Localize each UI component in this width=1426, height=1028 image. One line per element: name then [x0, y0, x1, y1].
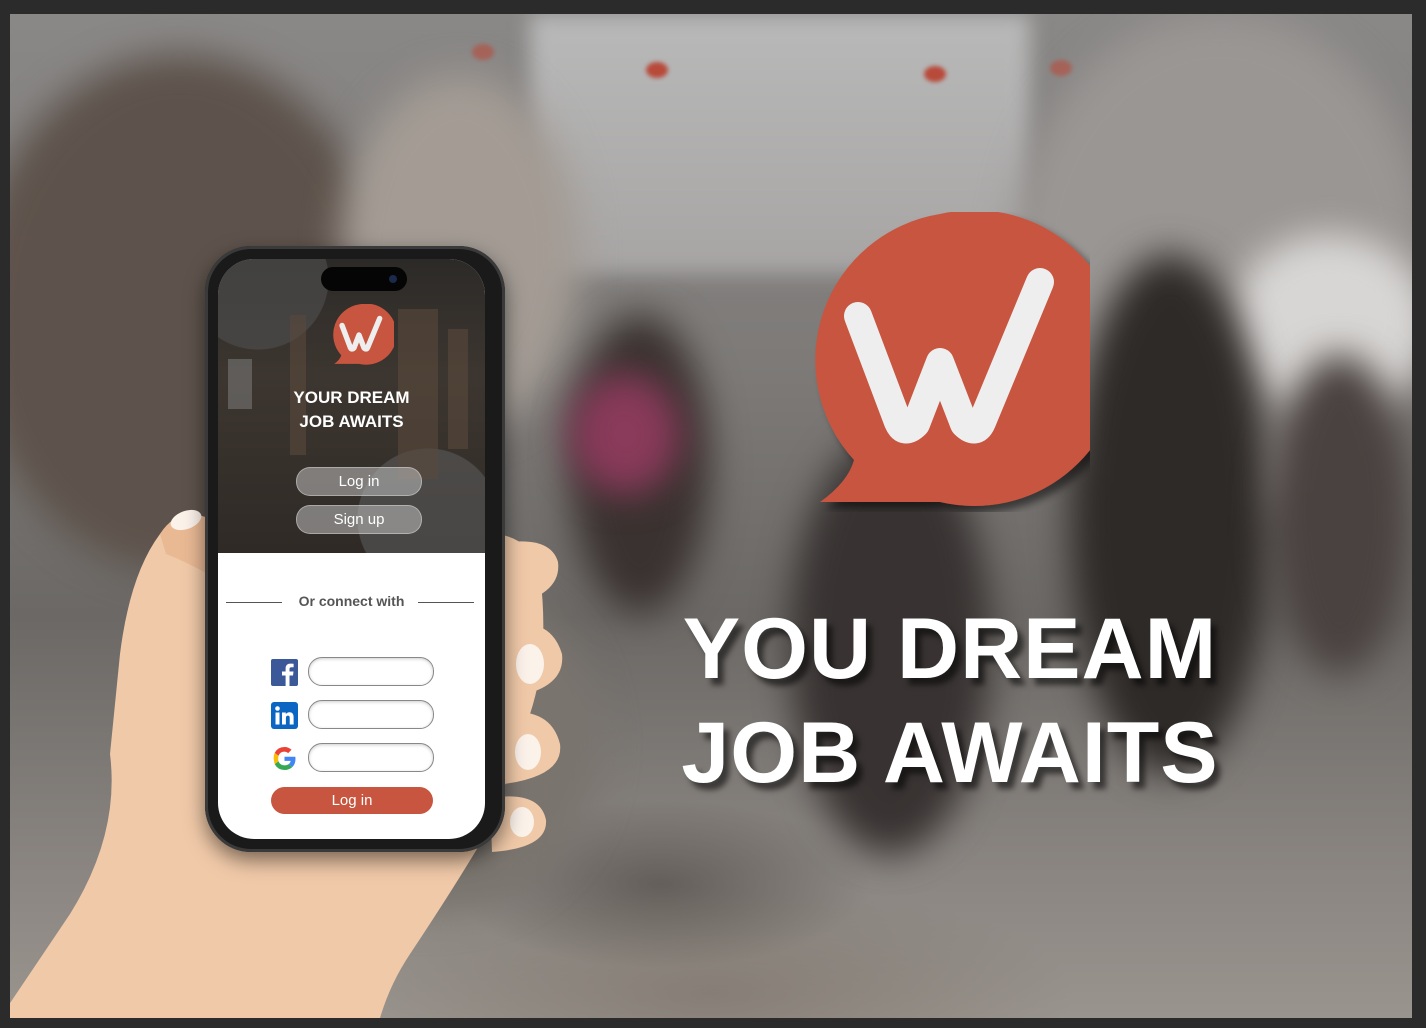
phone-screen: YOUR DREAM JOB AWAITS Log in Sign up Or …: [218, 259, 485, 839]
lantern: [924, 66, 946, 82]
background-photo: YOU DREAM JOB AWAITS YOUR DREAM JOB AWAI…: [10, 14, 1412, 1018]
app-title-line2: JOB AWAITS: [299, 412, 404, 431]
headline: YOU DREAM JOB AWAITS: [610, 597, 1290, 805]
shelf: [290, 315, 306, 455]
linkedin-icon[interactable]: [271, 702, 298, 729]
linkedin-input[interactable]: [308, 700, 434, 729]
headline-line2: JOB AWAITS: [681, 705, 1219, 801]
divider-right: [418, 602, 474, 603]
headline-line1: YOU DREAM: [682, 601, 1218, 697]
login-button[interactable]: Log in: [296, 467, 422, 496]
app-logo-icon: [333, 304, 394, 365]
camera-notch: [321, 267, 407, 291]
app-title-line1: YOUR DREAM: [293, 388, 410, 407]
google-icon[interactable]: [271, 745, 298, 772]
lantern: [1050, 60, 1072, 76]
facebook-input[interactable]: [308, 657, 434, 686]
lantern: [472, 44, 494, 60]
signup-button[interactable]: Sign up: [296, 505, 422, 534]
facebook-icon[interactable]: [271, 659, 298, 686]
connect-label: Or connect with: [298, 593, 405, 609]
app-title: YOUR DREAM JOB AWAITS: [218, 386, 485, 434]
pink-figure: [570, 374, 680, 494]
submit-login-button[interactable]: Log in: [271, 787, 433, 814]
lantern: [646, 62, 668, 78]
walker-far-right: [1270, 354, 1410, 674]
phone-mockup: YOUR DREAM JOB AWAITS Log in Sign up Or …: [205, 246, 505, 852]
brand-logo-icon: [815, 212, 1090, 506]
google-input[interactable]: [308, 743, 434, 772]
